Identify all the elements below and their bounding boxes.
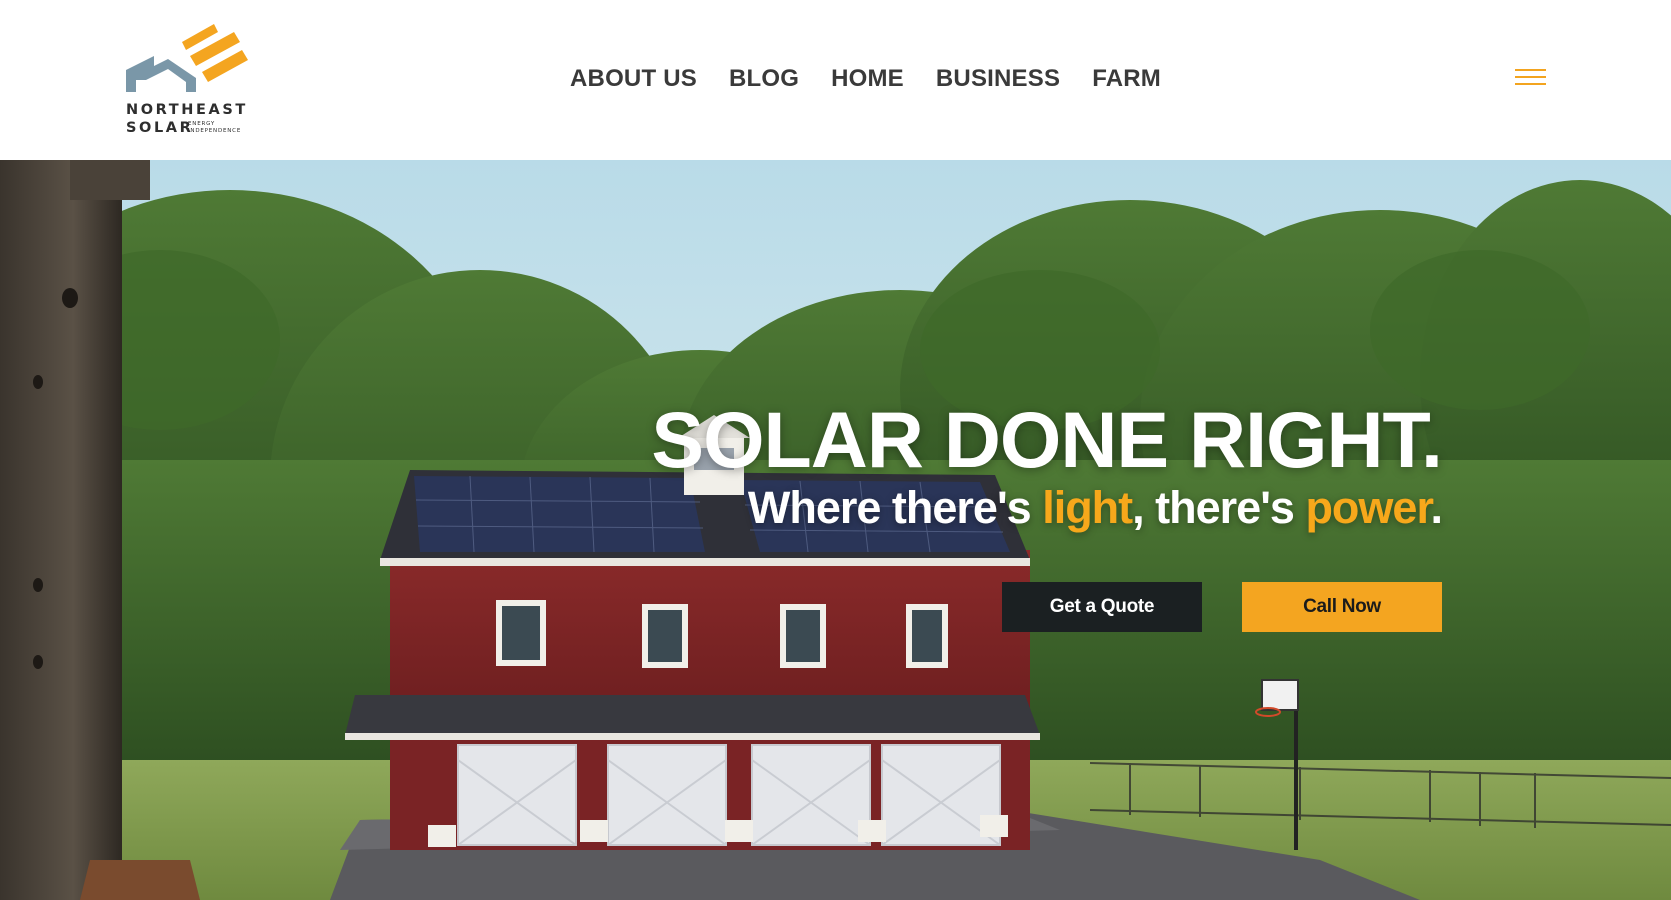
call-now-button[interactable]: Call Now [1242, 582, 1442, 632]
logo-tagline: ENERGY INDEPENDENCE [188, 121, 241, 134]
subline-highlight-light: light [1042, 482, 1133, 533]
subline-part-2: , there's [1132, 482, 1306, 533]
subline-part-3: . [1430, 482, 1442, 533]
hamburger-line [1515, 76, 1546, 78]
logo-mark-icon [126, 24, 248, 92]
hero-headline: SOLAR DONE RIGHT. [651, 395, 1443, 484]
nav-item-home[interactable]: HOME [831, 65, 904, 93]
get-a-quote-button[interactable]: Get a Quote [1002, 582, 1202, 632]
nav-item-farm[interactable]: FARM [1092, 65, 1161, 93]
site-header: NORTHEAST SOLAR ENERGY INDEPENDENCE ABOU… [0, 0, 1671, 160]
hero-section: SOLAR DONE RIGHT. Where there's light, t… [0, 160, 1671, 900]
northeast-solar-logo[interactable]: NORTHEAST SOLAR ENERGY INDEPENDENCE [124, 22, 256, 136]
nav-item-business[interactable]: BUSINESS [936, 65, 1060, 93]
logo-tagline-independence: INDEPENDENCE [188, 127, 242, 134]
hamburger-line [1515, 83, 1546, 85]
logo-line-solar: SOLAR [126, 120, 194, 136]
subline-part-1: Where there's [747, 482, 1043, 533]
hamburger-menu-icon[interactable] [1515, 66, 1547, 90]
hero-subheadline: Where there's light, there's power. [747, 482, 1443, 533]
main-nav: ABOUT US BLOG HOME BUSINESS FARM [570, 60, 1161, 98]
hamburger-line [1515, 69, 1546, 71]
nav-item-blog[interactable]: BLOG [729, 65, 799, 93]
logo-line-northeast: NORTHEAST [126, 102, 248, 118]
nav-item-about-us[interactable]: ABOUT US [570, 65, 697, 93]
subline-highlight-power: power [1305, 482, 1431, 533]
